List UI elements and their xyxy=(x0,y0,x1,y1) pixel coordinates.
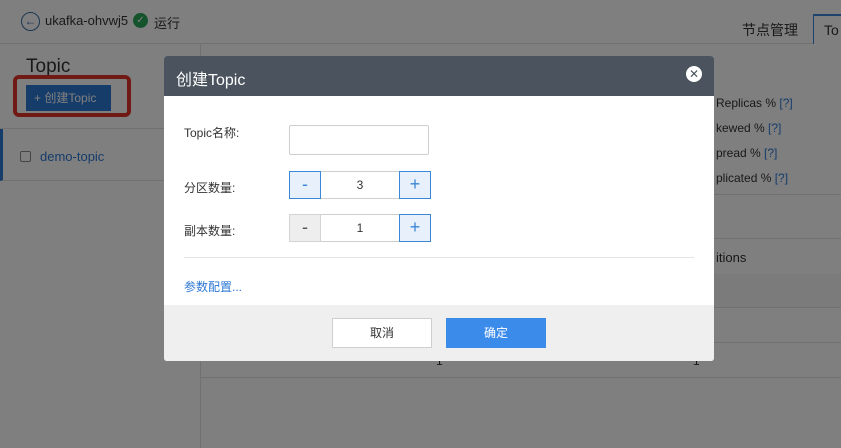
topic-name-input[interactable] xyxy=(289,125,429,155)
dialog-header: 创建Topic ✕ xyxy=(164,56,714,96)
replica-count-stepper: - 1 + xyxy=(289,214,431,242)
replica-increment-button[interactable]: + xyxy=(399,214,431,242)
parameter-config-link[interactable]: 参数配置... xyxy=(184,278,242,295)
dialog-footer: 取消 确定 xyxy=(164,305,714,361)
dialog-title: 创建Topic xyxy=(176,72,246,89)
replica-count-label: 副本数量: xyxy=(184,224,236,238)
topic-name-label: Topic名称: xyxy=(184,126,240,140)
partition-count-value[interactable]: 3 xyxy=(321,171,399,199)
partition-increment-button[interactable]: + xyxy=(399,171,431,199)
partition-decrement-button[interactable]: - xyxy=(289,171,321,199)
cancel-button[interactable]: 取消 xyxy=(332,318,432,348)
partition-count-label: 分区数量: xyxy=(184,181,236,195)
partition-count-stepper: - 3 + xyxy=(289,171,431,199)
create-topic-dialog: 创建Topic ✕ Topic名称: 分区数量: - 3 + 副本数量: - 1… xyxy=(164,56,714,361)
confirm-button[interactable]: 确定 xyxy=(446,318,546,348)
replica-decrement-button[interactable]: - xyxy=(289,214,321,242)
replica-count-value[interactable]: 1 xyxy=(321,214,399,242)
close-icon[interactable]: ✕ xyxy=(686,66,702,82)
divider xyxy=(184,257,694,258)
